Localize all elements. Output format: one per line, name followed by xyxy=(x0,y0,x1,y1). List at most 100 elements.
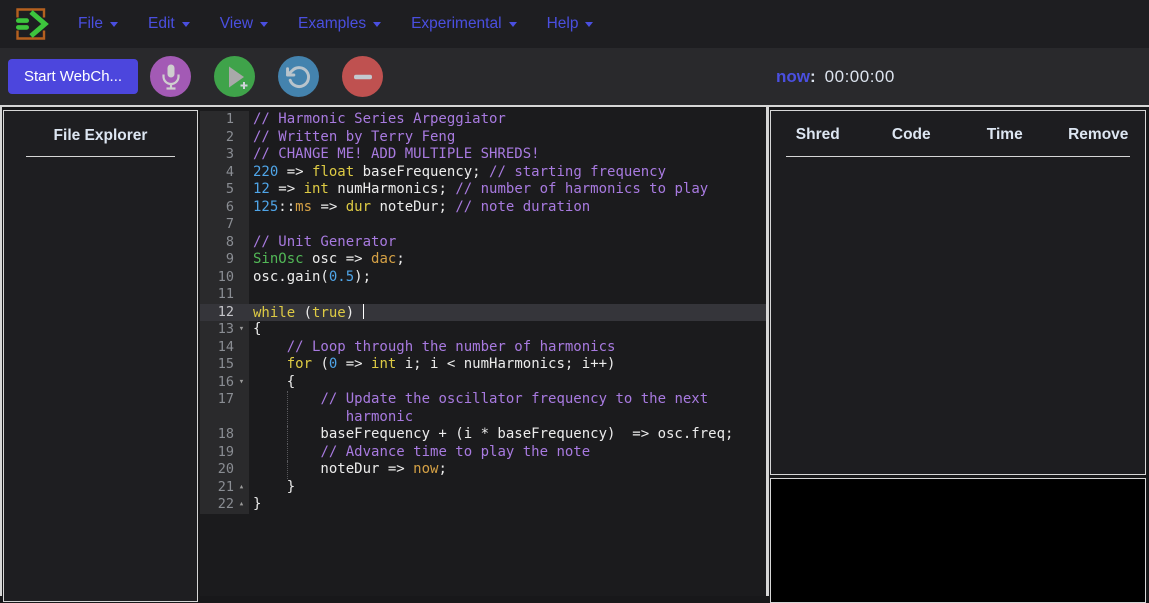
code-line: 6 125::ms => dur noteDur; // note duratio… xyxy=(200,199,766,217)
fold-down-icon[interactable]: ▾ xyxy=(234,321,249,339)
code-line: 2// Written by Terry Feng xyxy=(200,129,766,147)
add-shred-button[interactable] xyxy=(214,56,255,97)
code-text: // Unit Generator xyxy=(249,234,766,252)
code-text: 12 => int numHarmonics; // number of har… xyxy=(249,181,766,199)
fold-spacer xyxy=(234,286,249,304)
menu-experimental[interactable]: Experimental xyxy=(396,9,531,39)
code-text: for (0 => int i; i < numHarmonics; i++) xyxy=(249,356,766,374)
code-text: } xyxy=(249,496,766,514)
fold-spacer xyxy=(234,426,249,444)
line-gutter: 21▴ xyxy=(200,479,249,497)
line-gutter: 10 xyxy=(200,269,249,287)
line-number: 19 xyxy=(200,444,234,462)
code-line: 16▾ { xyxy=(200,374,766,392)
code-line: 14 // Loop through the number of harmoni… xyxy=(200,339,766,357)
now-colon: : xyxy=(810,67,816,87)
code-line: 15 for (0 => int i; i < numHarmonics; i+… xyxy=(200,356,766,374)
code-line: 8// Unit Generator xyxy=(200,234,766,252)
code-line: 13▾{ xyxy=(200,321,766,339)
fold-spacer xyxy=(234,111,249,129)
code-text: SinOsc osc => dac; xyxy=(249,251,766,269)
fold-spacer xyxy=(234,164,249,182)
line-gutter: 16▾ xyxy=(200,374,249,392)
line-number: 13 xyxy=(200,321,234,339)
start-webchuck-button[interactable]: Start WebCh... xyxy=(8,59,138,94)
line-gutter: 8 xyxy=(200,234,249,252)
line-gutter: 19 xyxy=(200,444,249,462)
code-line: 11 xyxy=(200,286,766,304)
line-number: 6 xyxy=(200,199,234,217)
line-number: 3 xyxy=(200,146,234,164)
line-number: 12 xyxy=(200,304,234,322)
code-line: 3// CHANGE ME! ADD MULTIPLE SHREDS! xyxy=(200,146,766,164)
menu-edit[interactable]: Edit xyxy=(133,9,205,39)
code-text: // Update the oscillator frequency to th… xyxy=(249,391,766,409)
line-gutter: 2 xyxy=(200,129,249,147)
code-line: 21▴ } xyxy=(200,479,766,497)
panel-resize-divider[interactable] xyxy=(766,107,769,596)
line-number: 21 xyxy=(200,479,234,497)
indent-guide xyxy=(287,461,288,479)
chuck-time-value: 00:00:00 xyxy=(825,67,895,87)
code-line: 22▴} xyxy=(200,496,766,514)
fold-up-icon[interactable]: ▴ xyxy=(234,479,249,497)
fold-spacer xyxy=(234,216,249,234)
chevron-down-icon xyxy=(373,22,381,27)
fold-down-icon[interactable]: ▾ xyxy=(234,374,249,392)
replace-shred-button[interactable] xyxy=(278,56,319,97)
indent-guide xyxy=(287,391,288,409)
fold-spacer xyxy=(234,356,249,374)
fold-spacer xyxy=(234,391,249,409)
menu-label: Experimental xyxy=(411,15,501,33)
fold-up-icon[interactable]: ▴ xyxy=(234,496,249,514)
chevron-down-icon xyxy=(585,22,593,27)
now-label: now xyxy=(776,67,810,87)
menu-help[interactable]: Help xyxy=(532,9,609,39)
line-gutter: 13▾ xyxy=(200,321,249,339)
code-line: 9SinOsc osc => dac; xyxy=(200,251,766,269)
file-explorer-title-underline xyxy=(26,156,175,157)
file-explorer-title: File Explorer xyxy=(4,127,197,145)
code-line: 4220 => float baseFrequency; // starting… xyxy=(200,164,766,182)
shred-col-header-time: Time xyxy=(958,126,1052,144)
line-number: 17 xyxy=(200,391,234,409)
chuck-time-display: now:00:00:00 xyxy=(776,48,895,105)
chuck-logo-icon xyxy=(9,4,49,44)
play-plus-icon xyxy=(215,57,255,97)
code-text xyxy=(249,286,766,304)
code-line: 17 // Update the oscillator frequency to… xyxy=(200,391,766,409)
shred-table-panel: ShredCodeTimeRemove xyxy=(770,110,1146,475)
code-text: baseFrequency + (i * baseFrequency) => o… xyxy=(249,426,766,444)
shred-col-header-code: Code xyxy=(865,126,959,144)
line-gutter: 20 xyxy=(200,461,249,479)
menu-view[interactable]: View xyxy=(205,9,283,39)
minus-icon xyxy=(343,57,383,97)
menu-items: FileEditViewExamples Experimental Help xyxy=(63,9,608,39)
line-number: 20 xyxy=(200,461,234,479)
line-number: 15 xyxy=(200,356,234,374)
fold-spacer xyxy=(234,181,249,199)
code-line: 1// Harmonic Series Arpeggiator xyxy=(200,111,766,129)
menu-label: Help xyxy=(547,15,579,33)
line-number: 14 xyxy=(200,339,234,357)
line-number: 1 xyxy=(200,111,234,129)
menu-examples[interactable]: Examples xyxy=(283,9,396,39)
code-text: osc.gain(0.5); xyxy=(249,269,766,287)
code-text: // Written by Terry Feng xyxy=(249,129,766,147)
line-number: 10 xyxy=(200,269,234,287)
code-editor[interactable]: 1// Harmonic Series Arpeggiator2// Writt… xyxy=(200,108,766,596)
line-gutter: 9 xyxy=(200,251,249,269)
menu-file[interactable]: File xyxy=(63,9,133,39)
line-number: 4 xyxy=(200,164,234,182)
microphone-icon xyxy=(151,57,191,97)
code-text: 125::ms => dur noteDur; // note duration xyxy=(249,199,766,217)
remove-shred-button[interactable] xyxy=(342,56,383,97)
line-number: 5 xyxy=(200,181,234,199)
fold-spacer xyxy=(234,199,249,217)
line-gutter: 22▴ xyxy=(200,496,249,514)
code-text: { xyxy=(249,321,766,339)
shred-table-header-underline xyxy=(786,156,1130,157)
microphone-button[interactable] xyxy=(150,56,191,97)
code-text: } xyxy=(249,479,766,497)
shred-col-header-shred: Shred xyxy=(771,126,865,144)
